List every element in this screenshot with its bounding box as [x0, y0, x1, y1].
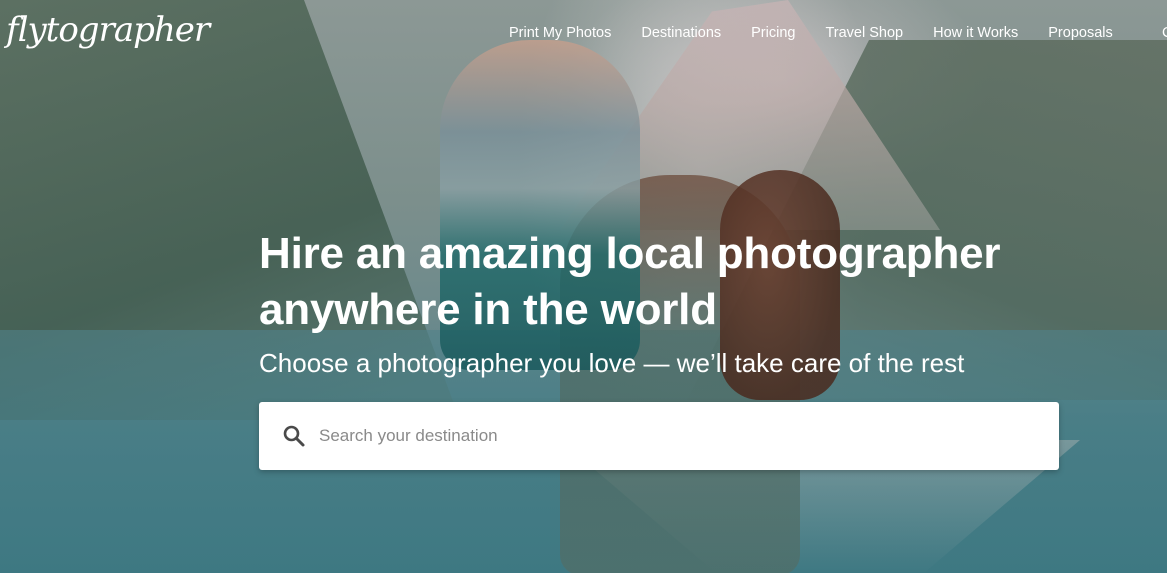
site-logo[interactable]: flytographer [6, 8, 210, 52]
main-nav: Print My Photos Destinations Pricing Tra… [509, 24, 1143, 42]
nav-item-clipped[interactable]: C [1162, 24, 1167, 42]
nav-item-how-it-works[interactable]: How it Works [933, 24, 1018, 42]
nav-item-destinations[interactable]: Destinations [641, 24, 721, 42]
destination-search-input[interactable] [319, 416, 1059, 456]
nav-item-print-my-photos[interactable]: Print My Photos [509, 24, 611, 42]
destination-search-box[interactable] [259, 402, 1059, 470]
search-icon [281, 423, 307, 449]
hero-subheadline: Choose a photographer you love — we’ll t… [259, 348, 965, 378]
hero-headline: Hire an amazing local photographer anywh… [259, 229, 1001, 334]
nav-item-travel-shop[interactable]: Travel Shop [825, 24, 903, 42]
nav-item-pricing[interactable]: Pricing [751, 24, 795, 42]
nav-item-proposals[interactable]: Proposals [1048, 24, 1112, 42]
